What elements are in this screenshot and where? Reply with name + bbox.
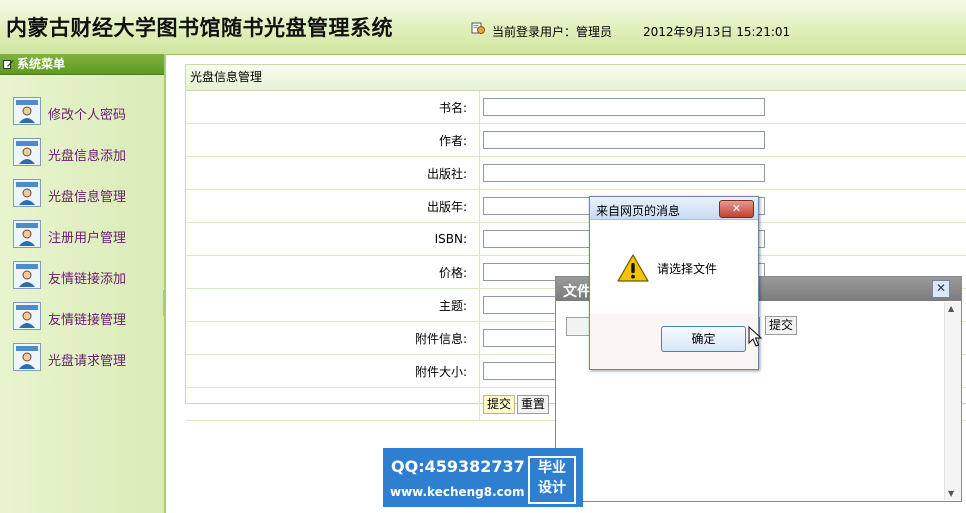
sidebar-item-manage-users[interactable]: 注册用户管理 <box>0 217 164 258</box>
field-label-isbn: ISBN: <box>186 222 480 256</box>
field-label-year: 出版年: <box>186 189 480 223</box>
sidebar-item-label: 友情链接管理 <box>48 313 127 328</box>
watermark-banner: QQ:459382737 www.kecheng8.com 毕业 设计 <box>383 448 583 507</box>
sidebar-item-manage-links[interactable]: 友情链接管理 <box>0 299 164 340</box>
sidebar-item-label: 修改个人密码 <box>48 108 127 123</box>
sidebar-item-label: 光盘信息添加 <box>48 149 127 164</box>
user-icon <box>13 302 41 330</box>
watermark-tag-line2: 设计 <box>538 480 566 496</box>
publisher-input[interactable] <box>483 164 765 182</box>
file-submit-button[interactable]: 提交 <box>765 316 798 335</box>
user-icon <box>13 261 41 289</box>
sidebar-item-change-password[interactable]: 修改个人密码 <box>0 94 164 135</box>
user-icon <box>13 220 41 248</box>
scroll-down-icon[interactable]: ▼ <box>948 489 954 498</box>
form-row: 出版社: <box>186 156 966 190</box>
file-window-title: 文件 <box>563 284 591 300</box>
header-bar: 内蒙古财经大学图书馆随书光盘管理系统 当前登录用户：管理员 2012年9月13日… <box>0 0 966 55</box>
user-icon <box>13 179 41 207</box>
reset-button[interactable]: 重置 <box>517 394 550 414</box>
form-row: ISBN: <box>186 222 966 256</box>
mouse-cursor-icon <box>748 326 762 347</box>
submit-button[interactable]: 提交 <box>483 394 516 414</box>
title-input[interactable] <box>483 98 765 116</box>
datetime: 2012年9月13日 15:21:01 <box>643 25 791 39</box>
sidebar-menu: 修改个人密码 光盘信息添加 光盘信息管理 注册用户管理 友情链接添加 友情链接管… <box>0 94 164 381</box>
close-icon[interactable]: ✕ <box>932 280 950 298</box>
field-label-title: 书名: <box>186 91 480 124</box>
field-label-attachment-size: 附件大小: <box>186 354 480 388</box>
sidebar-heading-text: 系统菜单 <box>17 57 66 71</box>
sidebar-item-label: 注册用户管理 <box>48 231 127 246</box>
form-row: 出版年: <box>186 189 966 223</box>
user-icon <box>471 22 485 34</box>
user-icon <box>13 97 41 125</box>
scroll-up-icon[interactable]: ▲ <box>948 304 954 313</box>
sidebar-item-disc-requests[interactable]: 光盘请求管理 <box>0 340 164 381</box>
sidebar-item-add-disc[interactable]: 光盘信息添加 <box>0 135 164 176</box>
close-icon[interactable]: ✕ <box>719 200 754 218</box>
panel-title: 光盘信息管理 <box>186 65 966 91</box>
form-row: 书名: <box>186 91 966 124</box>
watermark-tag: 毕业 设计 <box>528 456 576 504</box>
user-icon <box>13 343 41 371</box>
sidebar-item-add-link[interactable]: 友情链接添加 <box>0 258 164 299</box>
sidebar-item-label: 光盘请求管理 <box>48 354 127 369</box>
alert-title: 来自网页的消息 <box>596 204 681 218</box>
alert-titlebar[interactable]: 来自网页的消息 ✕ <box>590 197 758 220</box>
sidebar-splitter-handle[interactable] <box>163 290 171 316</box>
watermark-tag-line1: 毕业 <box>538 460 566 476</box>
author-input[interactable] <box>483 131 765 149</box>
warning-icon <box>617 254 649 282</box>
ok-button[interactable]: 确定 <box>661 326 746 352</box>
field-label-publisher: 出版社: <box>186 156 480 190</box>
watermark-qq: QQ:459382737 <box>391 457 525 476</box>
user-icon <box>13 138 41 166</box>
field-label-price: 价格: <box>186 255 480 289</box>
field-label-author: 作者: <box>186 123 480 157</box>
sidebar: 系统菜单 修改个人密码 光盘信息添加 光盘信息管理 注册用户管理 友情链接添加 … <box>0 54 166 513</box>
form-row: 作者: <box>186 123 966 157</box>
alert-dialog: 来自网页的消息 ✕ 请选择文件 确定 <box>589 196 759 370</box>
sidebar-item-label: 光盘信息管理 <box>48 190 127 205</box>
sidebar-heading: 系统菜单 <box>0 54 164 75</box>
sidebar-item-manage-disc[interactable]: 光盘信息管理 <box>0 176 164 217</box>
watermark-site: www.kecheng8.com <box>390 485 525 499</box>
edit-icon <box>3 60 14 69</box>
field-label-attachment: 附件信息: <box>186 321 480 355</box>
alert-message: 请选择文件 <box>657 262 718 276</box>
current-user: 当前登录用户：管理员 <box>492 25 613 39</box>
field-label-subject: 主题: <box>186 288 480 322</box>
app-title: 内蒙古财经大学图书馆随书光盘管理系统 <box>6 15 393 40</box>
sidebar-item-label: 友情链接添加 <box>48 272 127 287</box>
vertical-scrollbar[interactable]: ▲ ▼ <box>944 302 961 500</box>
